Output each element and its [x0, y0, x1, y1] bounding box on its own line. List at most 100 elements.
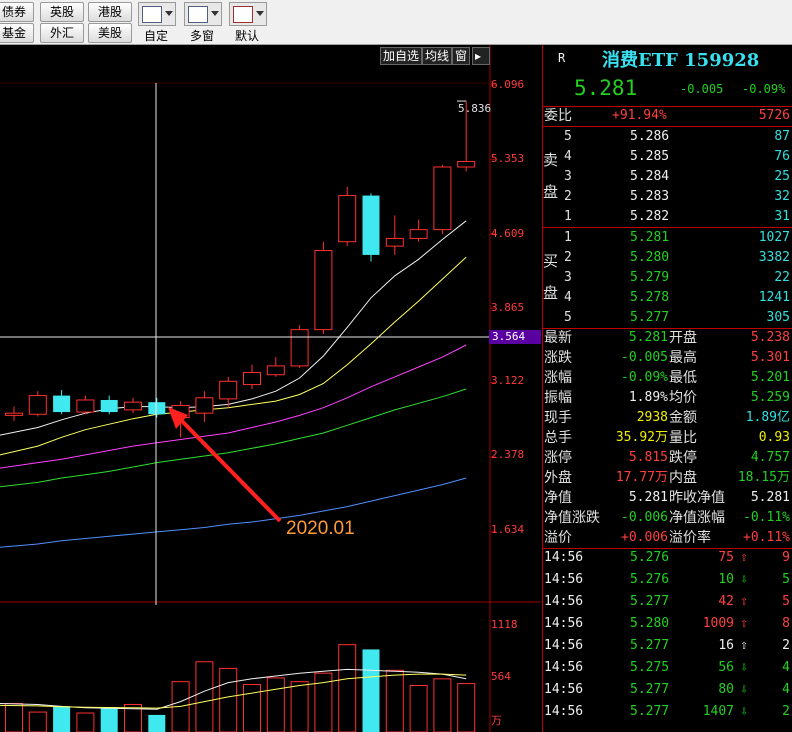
- arrow-up-icon: ⇧: [740, 550, 748, 565]
- stat-value: 5.281: [750, 490, 790, 505]
- customize-button[interactable]: [138, 2, 176, 26]
- bid-row[interactable]: 1 5.281 1027: [542, 228, 792, 248]
- exit-icon[interactable]: ▸: [472, 47, 490, 65]
- candle-body: [148, 402, 166, 415]
- volume-bar: [100, 708, 118, 732]
- ask-row[interactable]: 4 5.285 76: [542, 147, 792, 167]
- stat-value: -0.005: [621, 350, 668, 365]
- bid-row[interactable]: 3 5.279 22: [542, 268, 792, 288]
- tick-time: 14:56: [544, 550, 584, 565]
- bid-row[interactable]: 2 5.280 3382: [542, 248, 792, 268]
- edit-icon: [142, 6, 162, 23]
- candle-body: [243, 372, 261, 386]
- bid-level: 5: [564, 310, 572, 325]
- stat-value: -0.11%: [743, 510, 790, 525]
- stat-value: 2938: [636, 410, 668, 425]
- volume-tick: 564: [491, 670, 511, 683]
- uk-stocks-button[interactable]: 英股: [40, 2, 84, 22]
- ask-row[interactable]: 5 5.286 87: [542, 127, 792, 147]
- window-tab[interactable]: 窗: [452, 47, 471, 65]
- bid-level: 3: [564, 270, 572, 285]
- stat-label: 量比: [669, 430, 697, 446]
- stat-label: 净值: [544, 490, 572, 506]
- bid-price: 5.277: [630, 310, 670, 325]
- stat-value: 1.89%: [628, 390, 668, 405]
- stat-value: 1.89亿: [745, 410, 790, 425]
- stats-row: 振幅 1.89% 均价 5.259: [542, 388, 792, 408]
- stats-row: 涨幅 -0.09% 最低 5.201: [542, 368, 792, 388]
- quote-panel: R 消费ETF 159928 5.281 -0.005 -0.09% 委比 +9…: [542, 45, 792, 732]
- hk-stocks-button[interactable]: 港股: [88, 2, 132, 22]
- default-label: 默认: [235, 29, 260, 43]
- us-stocks-button[interactable]: 美股: [88, 23, 132, 43]
- funds-button[interactable]: 基金: [0, 23, 34, 43]
- forex-button[interactable]: 外汇: [40, 23, 84, 43]
- stat-value: -0.09%: [621, 370, 668, 385]
- stat-value: 5.815: [628, 450, 668, 465]
- bid-volume: 22: [774, 270, 790, 285]
- date-annotation: 2020.01: [286, 518, 355, 539]
- stat-value: 0.93: [758, 430, 790, 445]
- stat-value: 18.15万: [737, 470, 790, 485]
- stats-row: 总手 35.92万 量比 0.93: [542, 428, 792, 448]
- price-tick: 3.122: [491, 374, 525, 387]
- ask-level: 2: [564, 189, 572, 204]
- toolbar: 债券 英股 港股 基金 外汇 美股 自定 多窗 默认: [0, 0, 792, 45]
- default-button[interactable]: [229, 2, 267, 26]
- stat-value: 5.281: [628, 490, 668, 505]
- candle-body: [28, 395, 47, 415]
- tick-volume: 10: [718, 572, 734, 587]
- ask-row[interactable]: 3 5.284 25: [542, 167, 792, 187]
- bid-row[interactable]: 4 5.278 1241: [542, 288, 792, 308]
- volume-bar: [148, 714, 166, 732]
- tick-price: 5.277: [630, 594, 670, 609]
- stats-row: 净值 5.281 昨收净值 5.281: [542, 488, 792, 508]
- tick-price: 5.277: [630, 638, 670, 653]
- ask-row[interactable]: 2 5.283 32: [542, 187, 792, 207]
- tick-tail: 2: [782, 638, 790, 653]
- ask-level: 1: [564, 209, 572, 224]
- stat-label: 涨停: [544, 450, 572, 466]
- volume-bar: [457, 683, 476, 732]
- tick-row: 14:56 5.276 75 ⇧ 9: [542, 548, 792, 568]
- ask-level: 4: [564, 149, 572, 164]
- stats-row: 外盘 17.77万 内盘 18.15万: [542, 468, 792, 488]
- arrow-up-icon: ⇧: [740, 594, 748, 609]
- candle-body: [76, 399, 95, 413]
- stat-value: +0.006: [621, 530, 668, 545]
- bonds-button[interactable]: 债券: [0, 2, 34, 22]
- candle-body: [53, 395, 71, 413]
- tick-volume: 16: [718, 638, 734, 653]
- stat-label: 现手: [544, 410, 572, 426]
- tick-volume: 42: [718, 594, 734, 609]
- tick-tail: 9: [782, 550, 790, 565]
- add-watchlist-tab[interactable]: 加自选: [380, 47, 423, 65]
- volume-bar: [219, 667, 238, 732]
- arrow-down-icon: ⇩: [740, 682, 748, 697]
- weibi-label: 委比: [544, 108, 572, 124]
- stats-row: 涨跌 -0.005 最高 5.301: [542, 348, 792, 368]
- arrow-down-icon: ⇩: [740, 704, 748, 719]
- volume-bar: [290, 681, 309, 732]
- stats-row: 涨停 5.815 跌停 4.757: [542, 448, 792, 468]
- tick-tail: 2: [782, 704, 790, 719]
- weibi-row: 委比 +91.94% 5726: [542, 106, 792, 126]
- tick-volume: 75: [718, 550, 734, 565]
- tick-time: 14:56: [544, 572, 584, 587]
- price-change-pct: -0.09%: [742, 82, 786, 96]
- customize-label: 自定: [144, 29, 169, 43]
- tick-row: 14:56 5.280 1009 ⇧ 8: [542, 614, 792, 634]
- tick-tail: 4: [782, 682, 790, 697]
- moving-average-tab[interactable]: 均线: [422, 47, 453, 65]
- kline-chart[interactable]: 加自选 均线 窗 ▸ 6.096 5.353 4.609 3.865 3.122…: [0, 45, 541, 732]
- stat-label: 溢价: [544, 530, 572, 546]
- tick-price: 5.275: [630, 660, 670, 675]
- volume-bar: [5, 703, 23, 732]
- stat-label: 溢价率: [669, 530, 711, 546]
- ask-row[interactable]: 1 5.282 31: [542, 207, 792, 227]
- stat-value: 4.757: [750, 450, 790, 465]
- stat-label: 振幅: [544, 390, 572, 406]
- multi-window-button[interactable]: [184, 2, 222, 26]
- ma-line-2: [0, 256, 467, 456]
- bid-row[interactable]: 5 5.277 305: [542, 308, 792, 328]
